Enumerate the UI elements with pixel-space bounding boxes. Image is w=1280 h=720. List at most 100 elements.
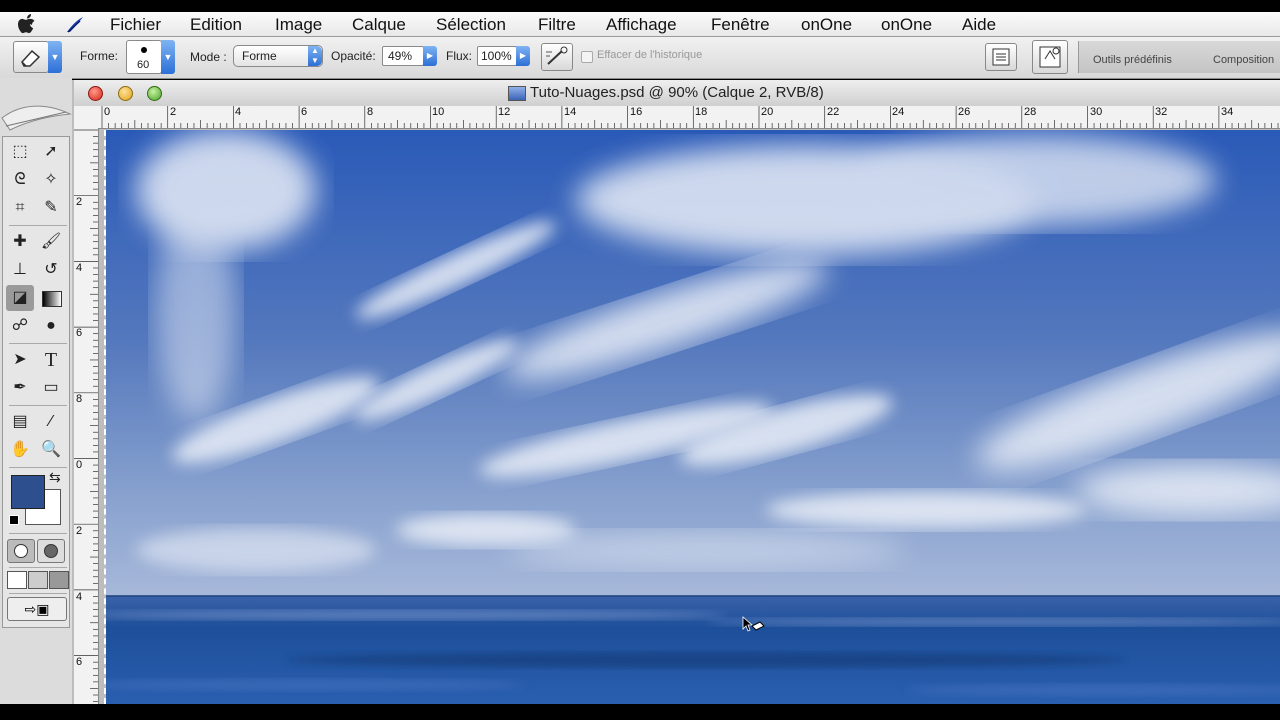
hruler-tick-label: 0 <box>104 106 111 118</box>
tab-composition[interactable]: Composition <box>1213 54 1274 66</box>
pen-icon: ✒ <box>13 379 27 396</box>
crop-icon: ⌗ <box>15 199 25 216</box>
path-select-tool[interactable]: ➤ <box>6 347 34 373</box>
apple-icon[interactable] <box>18 14 40 36</box>
eraser-icon: ◪ <box>12 289 28 306</box>
shape-tool[interactable]: ▭ <box>37 375 65 401</box>
menu-edition[interactable]: Edition <box>190 14 242 36</box>
path-select-icon: ➤ <box>13 351 27 368</box>
horizontal-ruler[interactable]: 0 2 4 6 8 10 12 14 16 18 20 22 24 26 28 … <box>100 106 1280 129</box>
vruler-tick-label: 4 <box>76 262 83 274</box>
marquee-icon: ⬚ <box>12 143 28 160</box>
lasso-tool[interactable]: ᘓ <box>6 167 34 193</box>
hand-icon: ✋ <box>10 441 30 458</box>
screen-mode-full-menu-icon[interactable] <box>28 571 48 589</box>
tools-divider <box>9 225 67 226</box>
photoshop-app-icon[interactable] <box>64 15 86 35</box>
document-title: Tuto-Nuages.psd @ 90% (Calque 2, RVB/8) <box>530 84 824 101</box>
eyedropper-tool[interactable]: ⁄ <box>37 409 65 435</box>
menu-calque[interactable]: Calque <box>352 14 406 36</box>
move-tool[interactable]: ➚ <box>37 139 65 165</box>
menu-affichage[interactable]: Affichage <box>606 14 677 36</box>
slice-tool[interactable]: ✎ <box>37 195 65 221</box>
bridge-button[interactable] <box>1032 40 1068 74</box>
document-proxy-icon[interactable] <box>508 86 526 101</box>
opacity-slider-button[interactable]: ▶ <box>423 46 437 66</box>
foreground-color-swatch[interactable] <box>11 475 45 509</box>
tools-divider <box>9 467 67 468</box>
menu-onone-1[interactable]: onOne <box>801 14 852 36</box>
palette-menu-icon <box>992 48 1010 66</box>
brush-picker[interactable]: 60 <box>126 40 162 74</box>
eraser-tool[interactable]: ◪ <box>6 285 34 311</box>
dodge-tool[interactable]: ● <box>37 313 65 339</box>
hruler-tick-label: 4 <box>235 106 242 118</box>
quick-mask-button[interactable] <box>37 539 65 563</box>
healing-brush-icon: ✚ <box>13 233 27 250</box>
screen-mode-full-icon[interactable] <box>49 571 69 589</box>
tools-box: ⬚ ➚ ᘓ ✧ ⌗ ✎ ✚ 🖌 ⊥ ↺ ◪ ☍ ● ➤ T ✒ ▭ ▤ ⁄ ✋ … <box>2 136 70 628</box>
tools-divider <box>9 405 67 406</box>
lasso-icon: ᘓ <box>14 171 26 188</box>
minimize-window-icon[interactable] <box>118 86 133 101</box>
vruler-tick-label: 2 <box>76 525 83 537</box>
brush-icon: 🖌 <box>40 233 62 250</box>
menu-fichier[interactable]: Fichier <box>110 14 161 36</box>
blur-tool[interactable]: ☍ <box>6 313 34 339</box>
eraser-icon <box>21 49 41 67</box>
menu-selection[interactable]: Sélection <box>436 14 506 36</box>
vertical-ruler[interactable]: 2 4 6 8 0 2 4 6 <box>74 128 99 704</box>
ruler-origin[interactable] <box>74 106 101 129</box>
history-checkbox[interactable] <box>581 51 593 63</box>
brush-tool[interactable]: 🖌 <box>37 229 65 255</box>
history-brush-tool[interactable]: ↺ <box>37 257 65 283</box>
file-browser-icon <box>1039 46 1061 68</box>
flux-input[interactable]: 100% <box>477 46 517 66</box>
tab-outils-predefinis[interactable]: Outils prédéfinis <box>1093 54 1172 66</box>
mode-select[interactable]: Forme ▲ ▼ <box>233 45 323 67</box>
marquee-tool[interactable]: ⬚ <box>6 139 34 165</box>
notes-tool[interactable]: ▤ <box>6 409 34 435</box>
default-colors-icon[interactable] <box>9 515 19 525</box>
blur-icon: ☍ <box>11 317 29 334</box>
hand-tool[interactable]: ✋ <box>6 437 34 463</box>
standard-mode-button[interactable] <box>7 539 35 563</box>
healing-brush-tool[interactable]: ✚ <box>6 229 34 255</box>
hruler-tick-label: 6 <box>301 106 308 118</box>
menu-filtre[interactable]: Filtre <box>538 14 576 36</box>
palette-button[interactable] <box>985 43 1017 71</box>
tools-divider <box>9 533 67 534</box>
imageready-button[interactable]: ⇨▣ <box>7 597 67 621</box>
zoom-window-icon[interactable] <box>147 86 162 101</box>
menu-onone-2[interactable]: onOne <box>881 14 932 36</box>
menu-image[interactable]: Image <box>275 14 322 36</box>
image-canvas[interactable] <box>104 130 1280 704</box>
tool-preset-dropdown[interactable]: ▼ <box>48 41 62 73</box>
menu-aide[interactable]: Aide <box>962 14 996 36</box>
shape-icon: ▭ <box>43 379 59 396</box>
pen-tool[interactable]: ✒ <box>6 375 34 401</box>
airbrush-button[interactable] <box>541 43 573 71</box>
opacity-input[interactable]: 49% <box>382 46 424 66</box>
crop-tool[interactable]: ⌗ <box>6 195 34 221</box>
magic-wand-tool[interactable]: ✧ <box>37 167 65 193</box>
type-tool[interactable]: T <box>37 347 65 373</box>
tool-preset-picker[interactable] <box>13 41 49 73</box>
magic-wand-icon: ✧ <box>44 171 58 188</box>
hruler-tick-label: 24 <box>892 106 905 118</box>
swap-colors-icon[interactable]: ⇆ <box>49 469 61 486</box>
hruler-tick-label: 26 <box>958 106 971 118</box>
brush-dropdown[interactable]: ▼ <box>161 40 175 74</box>
zoom-tool[interactable]: 🔍 <box>37 437 65 463</box>
close-window-icon[interactable] <box>88 86 103 101</box>
stamp-tool[interactable]: ⊥ <box>6 257 34 283</box>
tools-divider <box>9 567 67 568</box>
menu-fenetre[interactable]: Fenêtre <box>711 14 770 36</box>
zoom-icon: 🔍 <box>41 441 61 458</box>
hruler-tick-label: 32 <box>1155 106 1168 118</box>
gradient-tool[interactable] <box>37 285 65 311</box>
screen-mode-standard-icon[interactable] <box>7 571 27 589</box>
flux-slider-button[interactable]: ▶ <box>516 46 530 66</box>
move-icon: ➚ <box>44 143 58 160</box>
sky-and-sea-image <box>106 130 1280 704</box>
